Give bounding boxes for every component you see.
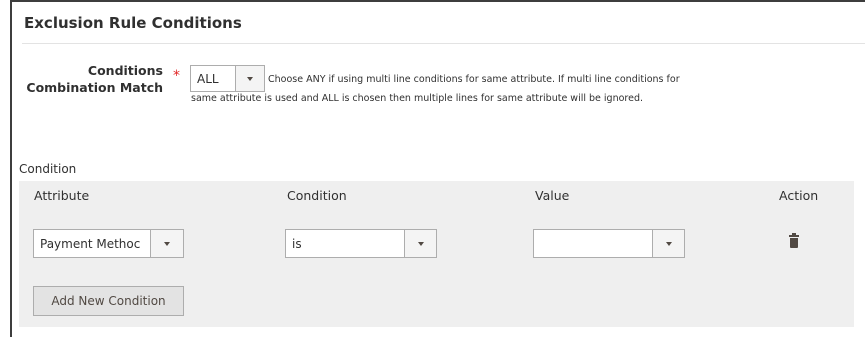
column-header-value: Value bbox=[535, 188, 570, 203]
column-header-attribute: Attribute bbox=[34, 188, 90, 203]
trash-body bbox=[790, 238, 798, 248]
frame-top-border bbox=[10, 0, 865, 2]
chevron-down-icon bbox=[164, 241, 170, 246]
condition-select[interactable]: is bbox=[285, 229, 437, 258]
column-header-action: Action bbox=[779, 188, 819, 203]
title-divider bbox=[22, 43, 865, 44]
chevron-down-icon bbox=[417, 241, 424, 246]
conditions-heading: Condition bbox=[19, 162, 77, 176]
attribute-select[interactable]: Payment Methoc bbox=[33, 229, 184, 258]
condition-dropdown-button[interactable] bbox=[404, 230, 436, 257]
condition-value: is bbox=[292, 236, 302, 251]
value-select[interactable] bbox=[533, 229, 685, 258]
section-title: Exclusion Rule Conditions bbox=[24, 14, 242, 32]
combination-match-note: Choose ANY if using multi line condition… bbox=[191, 74, 680, 104]
combination-match-label: Conditions Combination Match bbox=[26, 63, 163, 95]
trash-icon[interactable] bbox=[789, 233, 799, 248]
attribute-value: Payment Methoc bbox=[40, 236, 141, 251]
required-marker: * bbox=[173, 68, 180, 84]
frame-left-border bbox=[10, 0, 12, 337]
value-dropdown-button[interactable] bbox=[652, 230, 684, 257]
attribute-dropdown-button[interactable] bbox=[150, 230, 183, 257]
column-header-condition: Condition bbox=[287, 188, 347, 203]
chevron-down-icon bbox=[665, 241, 672, 246]
trash-lid bbox=[789, 235, 799, 237]
add-new-condition-button[interactable]: Add New Condition bbox=[33, 286, 184, 316]
